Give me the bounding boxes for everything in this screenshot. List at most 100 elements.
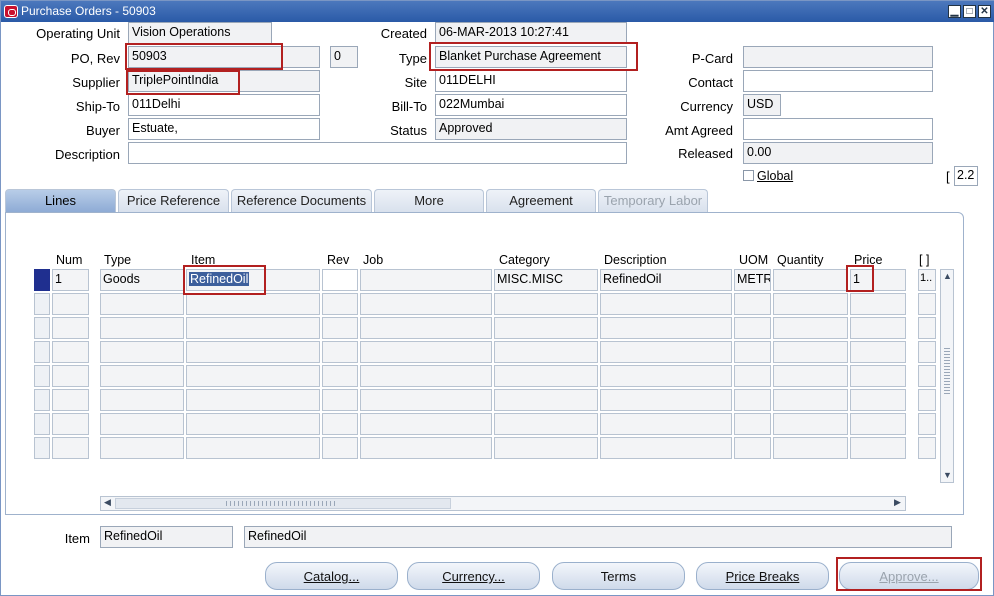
empty-line-cell[interactable] <box>850 413 906 435</box>
scroll-up-icon[interactable]: ▲ <box>943 271 952 281</box>
row-selector-active[interactable] <box>34 269 50 291</box>
empty-line-cell[interactable] <box>360 365 492 387</box>
pcard-field[interactable] <box>743 46 933 68</box>
empty-line-cell[interactable] <box>186 365 320 387</box>
empty-line-cell[interactable] <box>186 317 320 339</box>
empty-line-cell[interactable] <box>600 413 732 435</box>
empty-line-cell[interactable] <box>494 413 598 435</box>
row-selector[interactable] <box>34 293 50 315</box>
empty-line-cell[interactable] <box>186 293 320 315</box>
empty-line-cell[interactable] <box>360 317 492 339</box>
empty-line-cell[interactable] <box>734 317 771 339</box>
empty-line-cell[interactable] <box>52 413 89 435</box>
empty-line-cell[interactable] <box>494 389 598 411</box>
supplier-field[interactable]: TriplePointIndia <box>128 70 320 92</box>
line-item-cell[interactable]: RefinedOil <box>186 269 320 291</box>
minimize-icon[interactable]: ▁ <box>948 5 961 18</box>
tab-agreement[interactable]: Agreement <box>486 189 596 212</box>
empty-line-cell[interactable] <box>52 317 89 339</box>
empty-line-cell[interactable] <box>494 437 598 459</box>
shipto-field[interactable]: 011Delhi <box>128 94 320 116</box>
empty-line-cell[interactable] <box>850 365 906 387</box>
line-rev-cell[interactable] <box>322 269 358 291</box>
empty-line-cell[interactable] <box>600 317 732 339</box>
currency-button[interactable]: Currency... <box>407 562 540 590</box>
line-uom-cell[interactable]: METR <box>734 269 771 291</box>
empty-line-cell[interactable] <box>773 317 848 339</box>
billto-field[interactable]: 022Mumbai <box>435 94 627 116</box>
type-field[interactable]: Blanket Purchase Agreement <box>435 46 627 68</box>
close-icon[interactable]: ✕ <box>978 5 991 18</box>
empty-line-cell[interactable] <box>850 293 906 315</box>
empty-line-cell[interactable] <box>600 293 732 315</box>
price-breaks-button[interactable]: Price Breaks <box>696 562 829 590</box>
empty-line-cell[interactable] <box>918 341 936 363</box>
empty-line-cell[interactable] <box>322 437 358 459</box>
empty-line-cell[interactable] <box>773 365 848 387</box>
scroll-down-icon[interactable]: ▼ <box>943 470 952 480</box>
empty-line-cell[interactable] <box>734 293 771 315</box>
footer-item-field[interactable]: RefinedOil <box>100 526 233 548</box>
empty-line-cell[interactable] <box>734 341 771 363</box>
empty-line-cell[interactable] <box>100 437 184 459</box>
lines-vertical-scrollbar[interactable]: ▲ ▼ <box>940 269 954 483</box>
operating-unit-field[interactable]: Vision Operations <box>128 22 272 44</box>
scroll-grip-icon[interactable] <box>944 348 950 396</box>
empty-line-cell[interactable] <box>360 293 492 315</box>
empty-line-cell[interactable] <box>494 365 598 387</box>
footer-item-description-field[interactable]: RefinedOil <box>244 526 952 548</box>
empty-line-cell[interactable] <box>322 365 358 387</box>
empty-line-cell[interactable] <box>52 389 89 411</box>
contact-field[interactable] <box>743 70 933 92</box>
empty-line-cell[interactable] <box>918 437 936 459</box>
tab-temporary-labor[interactable]: Temporary Labor <box>598 189 708 212</box>
empty-line-cell[interactable] <box>918 317 936 339</box>
empty-line-cell[interactable] <box>100 389 184 411</box>
empty-line-cell[interactable] <box>52 341 89 363</box>
terms-button[interactable]: Terms <box>552 562 685 590</box>
empty-line-cell[interactable] <box>600 437 732 459</box>
empty-line-cell[interactable] <box>100 317 184 339</box>
currency-field[interactable]: USD <box>743 94 781 116</box>
row-selector[interactable] <box>34 365 50 387</box>
empty-line-cell[interactable] <box>773 389 848 411</box>
empty-line-cell[interactable] <box>322 341 358 363</box>
empty-line-cell[interactable] <box>850 437 906 459</box>
empty-line-cell[interactable] <box>52 365 89 387</box>
empty-line-cell[interactable] <box>360 341 492 363</box>
amt-agreed-field[interactable] <box>743 118 933 140</box>
approve-button[interactable]: Approve... <box>839 562 979 590</box>
empty-line-cell[interactable] <box>100 293 184 315</box>
empty-line-cell[interactable] <box>850 341 906 363</box>
site-field[interactable]: 011DELHI <box>435 70 627 92</box>
empty-line-cell[interactable] <box>850 317 906 339</box>
line-type-cell[interactable]: Goods <box>100 269 184 291</box>
empty-line-cell[interactable] <box>773 341 848 363</box>
tab-more[interactable]: More <box>374 189 484 212</box>
empty-line-cell[interactable] <box>52 437 89 459</box>
empty-line-cell[interactable] <box>773 437 848 459</box>
empty-line-cell[interactable] <box>186 413 320 435</box>
empty-line-cell[interactable] <box>494 317 598 339</box>
empty-line-cell[interactable] <box>734 437 771 459</box>
description-field[interactable] <box>128 142 627 164</box>
empty-line-cell[interactable] <box>360 389 492 411</box>
empty-line-cell[interactable] <box>734 389 771 411</box>
buyer-field[interactable]: Estuate, <box>128 118 320 140</box>
empty-line-cell[interactable] <box>850 389 906 411</box>
empty-line-cell[interactable] <box>322 389 358 411</box>
scroll-right-icon[interactable]: ▶ <box>894 497 901 508</box>
empty-line-cell[interactable] <box>52 293 89 315</box>
line-quantity-cell[interactable] <box>773 269 848 291</box>
empty-line-cell[interactable] <box>918 413 936 435</box>
scroll-left-icon[interactable]: ◀ <box>104 497 111 508</box>
empty-line-cell[interactable] <box>600 341 732 363</box>
lines-horizontal-scrollbar[interactable]: ◀ ▶ <box>100 496 906 511</box>
empty-line-cell[interactable] <box>600 389 732 411</box>
empty-line-cell[interactable] <box>322 413 358 435</box>
global-checkbox[interactable] <box>743 170 754 181</box>
row-selector[interactable] <box>34 389 50 411</box>
row-selector[interactable] <box>34 317 50 339</box>
line-price-cell[interactable]: 1 <box>850 269 906 291</box>
line-num-cell[interactable]: 1 <box>52 269 89 291</box>
